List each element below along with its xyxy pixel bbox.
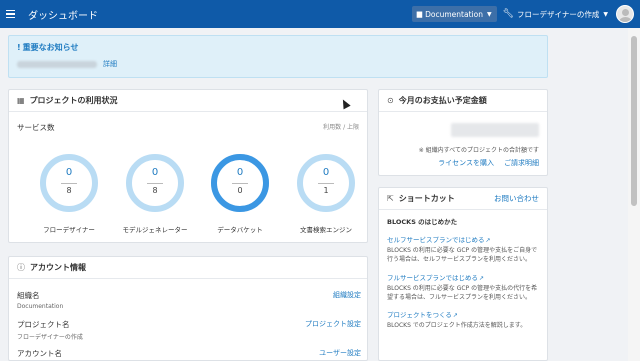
- exclamation-icon: !: [17, 43, 21, 52]
- coin-icon: ⊙: [387, 96, 394, 105]
- gauge-limit-value: 0: [237, 186, 243, 195]
- gauge-divider: [61, 183, 77, 184]
- project-selector[interactable]: 🔧︎ フローデザイナーの作成 ▼: [503, 6, 608, 22]
- hamburger-menu-icon[interactable]: [6, 0, 22, 28]
- shortcut-card: ⇱ ショートカット お問い合わせ BLOCKS のはじめかた セルフサービスプラ…: [378, 187, 548, 361]
- buy-license-link[interactable]: ライセンスを購入: [438, 158, 494, 168]
- payment-amount-redacted: [451, 123, 539, 137]
- full-service-plan-link[interactable]: フルサービスプランではじめる↗: [387, 272, 539, 282]
- shortcut-link-text: セルフサービスプランではじめる: [387, 236, 485, 244]
- gauge-label: 文書検索エンジン: [300, 226, 352, 234]
- project-selector-label: フローデザイナーの作成: [517, 9, 600, 19]
- shortcut-heading: BLOCKS のはじめかた: [387, 218, 458, 226]
- project-settings-link[interactable]: プロジェクト設定: [305, 319, 361, 329]
- account-info-card: ⓘ アカウント情報 組織名 Documentation 組織設定 プロジェクト名…: [8, 256, 368, 361]
- notice-text-redacted: [17, 60, 97, 68]
- shortcut-link-text: フルサービスプランではじめる: [387, 273, 478, 282]
- account-row-project: プロジェクト名 フローデザイナーの作成 プロジェクト設定: [17, 319, 361, 341]
- page-scrollbar[interactable]: [628, 28, 640, 361]
- payment-card-title: 今月のお支払い予定金額: [398, 96, 487, 105]
- usage-gauge: 0 8 モデルジェネレーター: [120, 148, 190, 234]
- avatar[interactable]: [616, 5, 634, 23]
- shortcut-link-text: プロジェクトをつくる: [387, 311, 452, 320]
- contact-link[interactable]: お問い合わせ: [494, 193, 539, 204]
- gauge-divider: [318, 183, 334, 184]
- account-row-value: Documentation: [17, 303, 64, 310]
- usage-card-title: プロジェクトの利用状況: [29, 96, 118, 105]
- project-usage-card: ▦ プロジェクトの利用状況 サービス数 利用数 / 上限 0 8 フローデザイナー 0…: [8, 89, 368, 243]
- shortcut-item: セルフサービスプランではじめる↗ BLOCKS の利用に必要な GCP の管理や…: [387, 234, 539, 265]
- invoice-details-link[interactable]: ご請求明細: [504, 158, 539, 168]
- shortcut-description: BLOCKS の利用に必要な GCP の管理や支払をご自身で行う場合は、セルフサ…: [387, 247, 538, 264]
- account-row-account: アカウント名 ユーザー設定: [17, 348, 361, 359]
- workspace-selector-label: Documentation: [425, 9, 483, 19]
- shortcut-item: プロジェクトをつくる↗ BLOCKS でのプロジェクト作成方法を解説します。: [387, 309, 539, 330]
- important-notice-banner: ! 重要なお知らせ 詳細: [8, 35, 548, 78]
- gauge-limit-value: 8: [152, 186, 158, 195]
- shortcut-description: BLOCKS の利用に必要な GCP の管理や支払の代行を希望する場合は、フルサ…: [387, 284, 538, 301]
- usage-gauge: 0 8 フローデザイナー: [34, 148, 104, 234]
- gauge-label: データバケット: [217, 226, 263, 234]
- workspace-selector[interactable]: ▆ Documentation ▼: [411, 6, 497, 22]
- account-row-organization: 組織名 Documentation 組織設定: [17, 290, 361, 310]
- top-app-bar: ダッシュボード ▆ Documentation ▼ 🔧︎ フローデザイナーの作成…: [0, 0, 640, 28]
- shortcut-item: フルサービスプランではじめる↗ BLOCKS の利用に必要な GCP の管理や支…: [387, 272, 539, 303]
- usage-gauge: 0 0 データバケット: [205, 148, 275, 234]
- chevron-down-icon: ▼: [603, 10, 608, 18]
- gauge-used-value: 0: [151, 167, 159, 178]
- gauge-label: モデルジェネレーター: [122, 226, 188, 234]
- usage-legend: 利用数 / 上限: [323, 124, 359, 131]
- account-row-value: フローデザイナーの作成: [17, 334, 83, 341]
- external-link-icon: ↗: [485, 237, 491, 244]
- gauge-used-value: 0: [236, 167, 244, 178]
- info-icon: ⓘ: [17, 263, 25, 272]
- gauge-used-value: 0: [65, 167, 73, 178]
- gauge-divider: [147, 183, 163, 184]
- shortcut-card-title: ショートカット: [398, 194, 455, 203]
- chevron-down-icon: ▼: [486, 10, 492, 18]
- usage-subtitle: サービス数: [17, 123, 55, 132]
- folder-icon: ▆: [416, 10, 423, 18]
- external-link-icon: ↗: [452, 312, 458, 320]
- scrollbar-thumb[interactable]: [631, 36, 637, 206]
- usage-gauge: 0 1 文書検索エンジン: [291, 148, 361, 234]
- user-settings-link[interactable]: ユーザー設定: [319, 348, 361, 358]
- notice-title-text: 重要なお知らせ: [22, 43, 79, 52]
- wrench-icon: 🔧︎: [502, 9, 515, 19]
- external-link-icon: ↗: [479, 274, 485, 282]
- notice-title: ! 重要なお知らせ: [17, 42, 539, 53]
- gauge-used-value: 0: [322, 167, 330, 178]
- external-link-icon: ⇱: [387, 194, 394, 203]
- account-row-key: 組織名: [17, 291, 40, 300]
- grid-icon: ▦: [17, 96, 25, 105]
- shortcut-description: BLOCKS でのプロジェクト作成方法を解説します。: [387, 322, 527, 330]
- gauge-label: フローデザイナー: [43, 226, 95, 234]
- organization-settings-link[interactable]: 組織設定: [333, 290, 361, 300]
- notice-details-link[interactable]: 詳細: [103, 59, 117, 69]
- account-row-key: アカウント名: [17, 349, 62, 358]
- payment-note: ※ 組織内すべてのプロジェクトの合計額です: [418, 147, 539, 154]
- create-project-link[interactable]: プロジェクトをつくる↗: [387, 309, 539, 319]
- monthly-payment-card: ⊙ 今月のお支払い予定金額 ※ 組織内すべてのプロジェクトの合計額です ライセン…: [378, 89, 548, 176]
- gauge-limit-value: 8: [66, 186, 72, 195]
- gauge-limit-value: 1: [323, 186, 329, 195]
- gauge-divider: [232, 183, 248, 184]
- self-service-plan-link[interactable]: セルフサービスプランではじめる↗: [387, 234, 539, 244]
- account-card-title: アカウント情報: [30, 263, 86, 272]
- page-title: ダッシュボード: [28, 10, 98, 22]
